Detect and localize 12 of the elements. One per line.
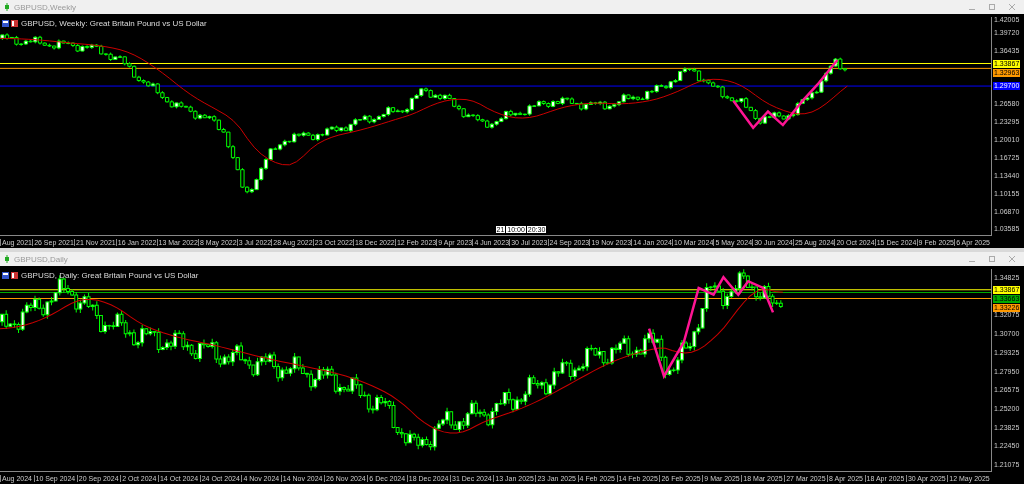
chart-icons <box>2 272 18 279</box>
window-title: GBPUSD,Daily <box>14 254 69 264</box>
maximize-icon <box>989 3 995 10</box>
maximize-icon <box>989 255 995 262</box>
window-title: GBPUSD,Weekly <box>14 2 78 12</box>
close-icon <box>1009 3 1015 10</box>
candle-icon <box>4 255 10 263</box>
chart-title: GBPUSD, Daily: Great Britain Pound vs US Dollar <box>21 271 199 280</box>
chart-icons <box>2 20 18 27</box>
close-icon <box>1009 255 1015 262</box>
candle-icon <box>4 3 10 11</box>
chart-title: GBPUSD, Weekly: Great Britain Pound vs US Dollar <box>21 19 207 28</box>
